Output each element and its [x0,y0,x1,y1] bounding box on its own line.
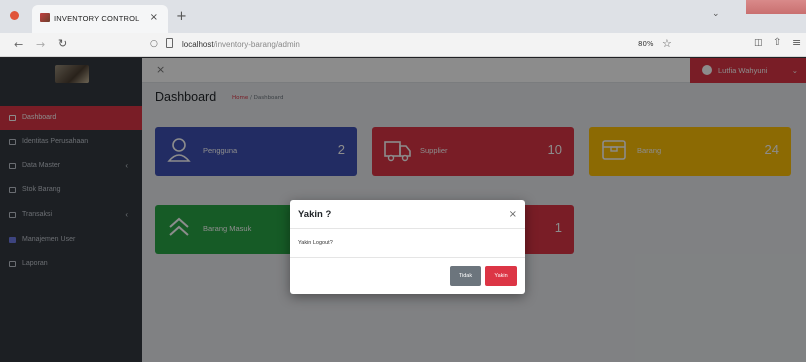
back-icon[interactable]: ← [14,38,23,51]
confirm-logout-button[interactable]: Yakin [485,266,517,286]
logout-confirm-modal: Yakin ? × Yakin Logout? Tidak Yakin [290,200,525,294]
tab-favicon-icon [40,13,50,22]
divider [290,257,525,258]
share-icon[interactable]: ⇧ [773,37,781,48]
cancel-button[interactable]: Tidak [450,266,481,286]
tab-list-chevron-icon[interactable]: ⌄ [712,9,720,19]
browser-tab[interactable]: INVENTORY CONTROL × [32,5,168,33]
reload-icon[interactable]: ↻ [58,37,67,50]
tab-close-icon[interactable]: × [150,12,158,23]
modal-body: Yakin Logout? [298,240,333,246]
url-field[interactable]: localhost/inventory-barang/admin [182,40,300,49]
shield-icon[interactable]: ○ [150,39,158,49]
hamburger-menu-icon[interactable]: ≡ [792,36,801,49]
browser-menu-icon[interactable] [10,11,19,20]
new-tab-button[interactable]: + [176,9,187,24]
zoom-level[interactable]: 80% [638,40,654,48]
tab-title: INVENTORY CONTROL [54,14,140,23]
close-icon[interactable]: × [509,209,517,220]
modal-title: Yakin ? [298,209,332,220]
pocket-icon[interactable]: ◫ [754,38,763,48]
forward-icon[interactable]: → [36,38,45,51]
bookmark-star-icon[interactable]: ☆ [662,37,672,50]
browser-tab-bar: INVENTORY CONTROL × + ⌄ [0,0,806,33]
url-path: /inventory-barang/admin [213,40,300,49]
page-icon[interactable] [166,38,173,48]
window-controls[interactable] [746,0,806,14]
divider [290,228,525,229]
address-bar: ← → ↻ ○ localhost/inventory-barang/admin… [0,33,806,57]
url-host: localhost [182,40,214,49]
